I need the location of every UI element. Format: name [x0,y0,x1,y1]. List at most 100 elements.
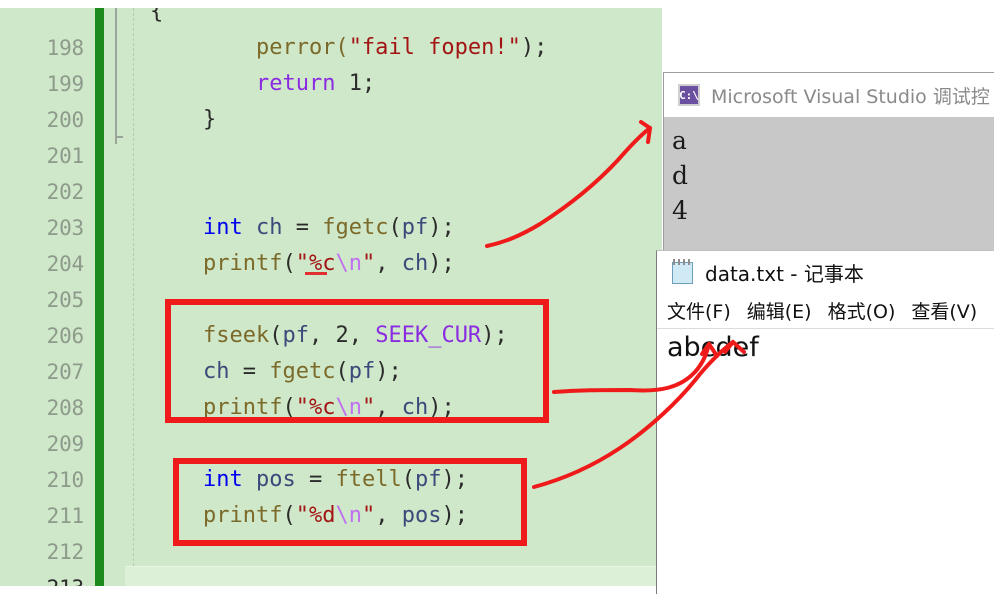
code-token [243,215,256,240]
console-output-line: d [672,158,994,193]
console-icon-label: C:\ [679,90,699,101]
code-token: perror( [150,35,349,60]
code-token: ; [362,71,375,96]
code-token: , [309,323,336,348]
code-token: ( [388,215,401,240]
code-token [150,71,256,96]
code-token [150,467,203,492]
code-token [150,251,203,276]
code-token: pf [415,467,442,492]
code-line[interactable]: printf("%d\n", pos); [150,498,468,534]
code-token: ch [402,395,429,420]
code-token: ); [428,395,455,420]
notepad-menu-bar[interactable]: 文件(F) 编辑(E) 格式(O) 查看(V) 帮 [657,293,994,329]
console-window-title: Microsoft Visual Studio 调试控 [711,82,990,109]
debug-console-window[interactable]: C:\ Microsoft Visual Studio 调试控 a d 4 D:… [663,72,994,251]
code-token: ); [428,215,455,240]
console-output-line: 4 [672,193,994,228]
code-token: = [229,359,269,384]
code-token: ); [521,35,548,60]
code-token: " [362,251,375,276]
menu-item-edit[interactable]: 编辑(E) [747,297,812,324]
code-token: 1 [349,71,362,96]
code-token: " [362,503,375,528]
code-token: ch [402,251,429,276]
error-squiggle-line-204 [305,272,327,275]
code-token: pf [349,359,376,384]
code-token: ( [282,395,295,420]
code-line[interactable]: fseek(pf, 2, SEEK_CUR); [150,318,508,354]
code-token: ftell [335,467,401,492]
code-token: fseek [203,323,269,348]
notepad-title-bar[interactable]: data.txt - 记事本 [657,251,994,293]
code-token: { [150,8,163,24]
code-token: pf [282,323,309,348]
code-token: int [203,215,243,240]
code-token: "%d [296,503,336,528]
code-line[interactable]: return 1; [150,66,375,102]
code-token: } [150,107,216,132]
code-token: = [296,467,336,492]
code-token: ch [256,215,283,240]
code-token: ch [203,359,230,384]
code-token: fgetc [269,359,335,384]
code-token: ( [402,467,415,492]
code-token: printf [203,251,282,276]
code-token: , [375,395,402,420]
code-token: pos [402,503,442,528]
code-token: ( [269,323,282,348]
code-token: SEEK_CUR [375,323,481,348]
console-output-line: a [672,123,994,158]
code-token: return [256,71,335,96]
code-token: 2 [335,323,348,348]
code-token: ); [441,467,468,492]
console-output-area[interactable]: a d 4 D:\code\c-language-1 [664,117,994,251]
code-token: "%c [296,395,336,420]
code-token: ); [441,503,468,528]
code-token: , [375,251,402,276]
code-token: printf [203,503,282,528]
code-line[interactable]: int ch = fgetc(pf); [150,210,455,246]
notepad-icon [671,259,695,285]
menu-item-format[interactable]: 格式(O) [828,297,896,324]
code-token: \n [335,251,362,276]
menu-item-file[interactable]: 文件(F) [667,297,731,324]
console-cmd-icon: C:\ [678,84,700,106]
code-token [150,323,203,348]
code-text-layer[interactable]: { perror("fail fopen!"); return 1; } int… [0,8,662,586]
code-token: , [375,503,402,528]
code-token [335,71,348,96]
code-token: \n [335,395,362,420]
code-token: "fail fopen!" [349,35,521,60]
code-line[interactable]: int pos = ftell(pf); [150,462,468,498]
code-token: " [362,395,375,420]
code-token: , [349,323,376,348]
code-token: pf [402,215,429,240]
code-token: printf [203,395,282,420]
code-line[interactable]: perror("fail fopen!"); [150,30,547,66]
code-line[interactable]: printf("%c\n", ch); [150,390,455,426]
code-line[interactable]: ch = fgetc(pf); [150,354,402,390]
code-token: \n [335,503,362,528]
code-token: ); [428,251,455,276]
screen-root: 1981992002012022032042052062072082092102… [0,0,994,594]
code-token: ( [335,359,348,384]
code-token [150,215,203,240]
notepad-window-title: data.txt - 记事本 [705,258,864,287]
code-token [150,503,203,528]
code-token [243,467,256,492]
code-token: ); [481,323,508,348]
code-token: pos [256,467,296,492]
code-token [150,395,203,420]
notepad-window[interactable]: data.txt - 记事本 文件(F) 编辑(E) 格式(O) 查看(V) 帮… [656,250,994,594]
code-token: ( [282,503,295,528]
code-line[interactable]: printf("%c\n", ch); [150,246,455,282]
code-editor-pane[interactable]: 1981992002012022032042052062072082092102… [0,8,662,586]
code-token: ( [282,251,295,276]
code-line[interactable]: } [150,102,216,138]
menu-item-view[interactable]: 查看(V) [911,297,977,324]
code-token [150,359,203,384]
console-title-bar[interactable]: C:\ Microsoft Visual Studio 调试控 [664,73,994,117]
code-line[interactable]: { [150,8,163,30]
notepad-text-content[interactable]: abcdef [657,330,994,594]
